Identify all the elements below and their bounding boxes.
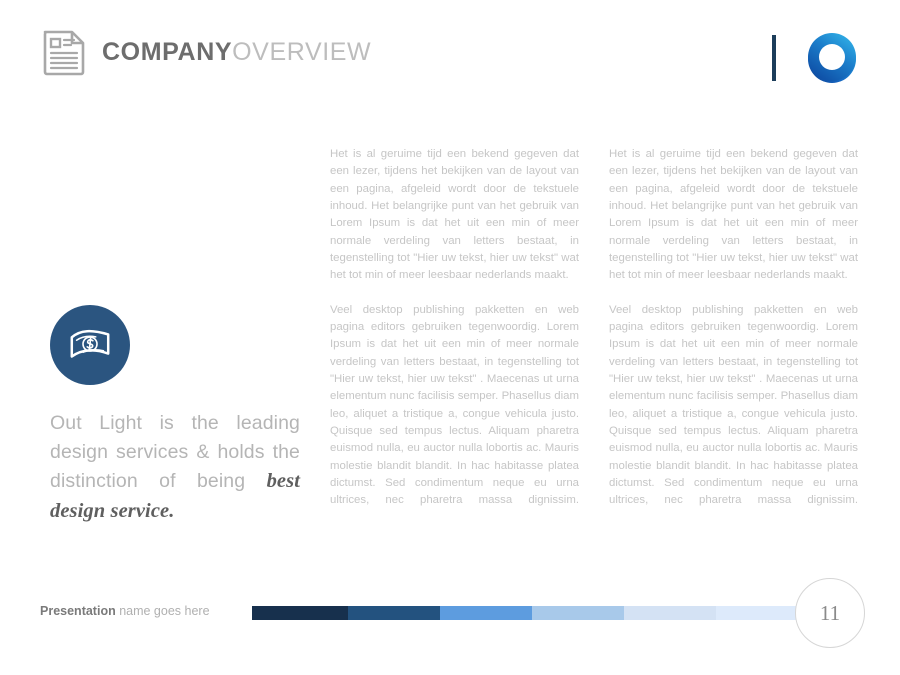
- progress-segment-3: [440, 606, 532, 620]
- brand-lockup: COMPANYOVERVIEW: [40, 28, 371, 76]
- progress-segment-4: [532, 606, 624, 620]
- presentation-name-label: Presentation name goes here: [40, 604, 210, 618]
- vertical-bar-divider-icon: [772, 35, 776, 81]
- progress-segment-6: [716, 606, 805, 620]
- money-bill-dollar-icon: [67, 322, 113, 368]
- feature-headline-period: .: [169, 500, 175, 523]
- page-number: 11: [819, 600, 841, 625]
- header-logo-group: [772, 28, 862, 88]
- presentation-name-rest: name goes here: [115, 604, 210, 618]
- feature-headline-plain: Out Light is the leading design services…: [50, 412, 300, 493]
- brand-title: COMPANYOVERVIEW: [102, 37, 372, 66]
- paragraph: Veel desktop publishing pakketten en web…: [330, 303, 579, 507]
- paragraph: Het is al geruime tijd een bekend gegeve…: [609, 148, 858, 282]
- body-column-1: Het is al geruime tijd een bekend gegeve…: [330, 146, 579, 510]
- presentation-name-bold: Presentation: [40, 604, 116, 618]
- presentation-slide: COMPANYOVERVIEW Out Light is the leading…: [0, 0, 900, 675]
- blue-ring-logo-icon: [802, 28, 862, 88]
- slide-progress-bar: [252, 606, 805, 620]
- brand-title-bold: COMPANY: [102, 37, 233, 66]
- paragraph: Het is al geruime tijd een bekend gegeve…: [330, 148, 579, 282]
- slide-header: COMPANYOVERVIEW: [0, 0, 900, 100]
- feature-headline: Out Light is the leading design services…: [50, 409, 300, 527]
- document-icon: [40, 28, 88, 76]
- brand-title-light: OVERVIEW: [232, 37, 372, 66]
- progress-segment-5: [624, 606, 716, 620]
- progress-segment-1: [252, 606, 348, 620]
- feature-badge: [50, 305, 130, 385]
- body-column-2: Het is al geruime tijd een bekend gegeve…: [609, 146, 858, 510]
- feature-block: Out Light is the leading design services…: [50, 305, 300, 527]
- page-number-badge: 11: [795, 578, 865, 648]
- slide-footer: Presentation name goes here: [0, 575, 900, 675]
- progress-segment-2: [348, 606, 440, 620]
- paragraph: Veel desktop publishing pakketten en web…: [609, 303, 858, 507]
